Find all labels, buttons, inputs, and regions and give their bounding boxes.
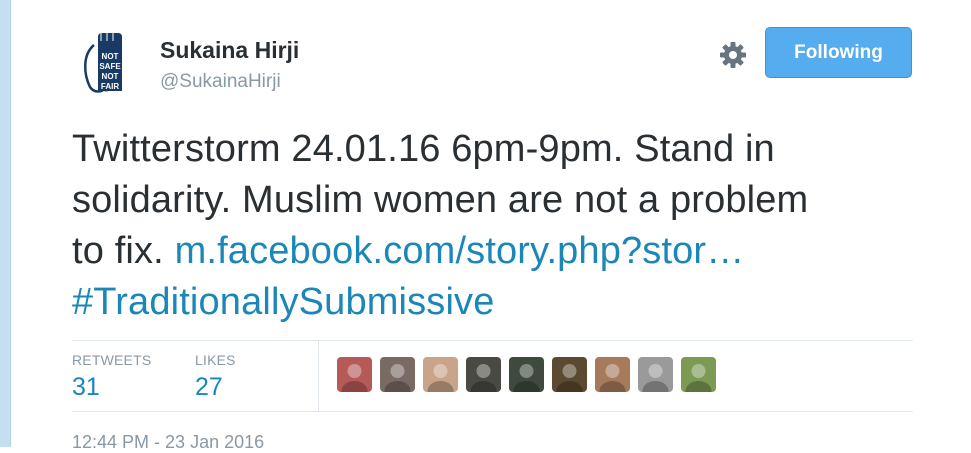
liker-avatar-6[interactable]	[552, 357, 587, 392]
tweet-text-line-4: #TraditionallySubmissive	[72, 277, 952, 328]
svg-text:FAIR: FAIR	[101, 82, 119, 91]
retweets-stat[interactable]: RETWEETS 31	[72, 352, 151, 402]
liker-avatar-5[interactable]	[509, 357, 544, 392]
tweet-text-line-2: solidarity. Muslim women are not a probl…	[72, 179, 809, 221]
likes-label: LIKES	[195, 352, 236, 368]
stats-divider-top	[72, 340, 913, 341]
liker-avatar-2[interactable]	[380, 357, 415, 392]
avatar[interactable]: NOT SAFE NOT FAIR	[72, 27, 144, 99]
hashtag-link[interactable]: #TraditionallySubmissive	[72, 281, 494, 323]
retweets-label: RETWEETS	[72, 352, 152, 368]
retweets-count: 31	[72, 373, 100, 401]
user-handle[interactable]: @SukainaHirji	[160, 71, 281, 93]
svg-text:SAFE: SAFE	[99, 62, 121, 71]
tweet-text-line-3: to fix. m.facebook.com/story.php?stor…	[72, 226, 952, 277]
liker-avatar-4[interactable]	[466, 357, 501, 392]
tweet-text-line-1: Twitterstorm 24.01.16 6pm-9pm. Stand in	[72, 128, 775, 170]
tweet-text-prefix: to fix.	[72, 230, 175, 272]
liker-avatar-9[interactable]	[681, 357, 716, 392]
tweet-timestamp[interactable]: 12:44 PM - 23 Jan 2016	[72, 432, 264, 453]
display-name[interactable]: Sukaina Hirji	[160, 37, 299, 64]
stats-divider-bottom	[72, 411, 913, 412]
page-background-strip	[0, 0, 11, 447]
tweet-text: Twitterstorm 24.01.16 6pm-9pm. Stand in …	[72, 124, 952, 328]
stats-vertical-divider	[318, 341, 319, 411]
liker-avatars	[337, 357, 716, 392]
liker-avatar-8[interactable]	[638, 357, 673, 392]
likes-count: 27	[195, 373, 223, 401]
svg-text:NOT: NOT	[102, 72, 119, 81]
tweet-card: NOT SAFE NOT FAIR Sukaina Hirji @Sukaina…	[11, 0, 971, 452]
liker-avatar-7[interactable]	[595, 357, 630, 392]
not-safe-not-fair-fist-icon: NOT SAFE NOT FAIR	[72, 27, 144, 99]
liker-avatar-1[interactable]	[337, 357, 372, 392]
gear-icon[interactable]	[718, 40, 748, 70]
svg-text:NOT: NOT	[102, 52, 119, 61]
likes-stat[interactable]: LIKES 27	[195, 352, 236, 402]
liker-avatar-3[interactable]	[423, 357, 458, 392]
following-button[interactable]: Following	[765, 27, 912, 78]
tweet-link[interactable]: m.facebook.com/story.php?stor…	[175, 230, 745, 272]
